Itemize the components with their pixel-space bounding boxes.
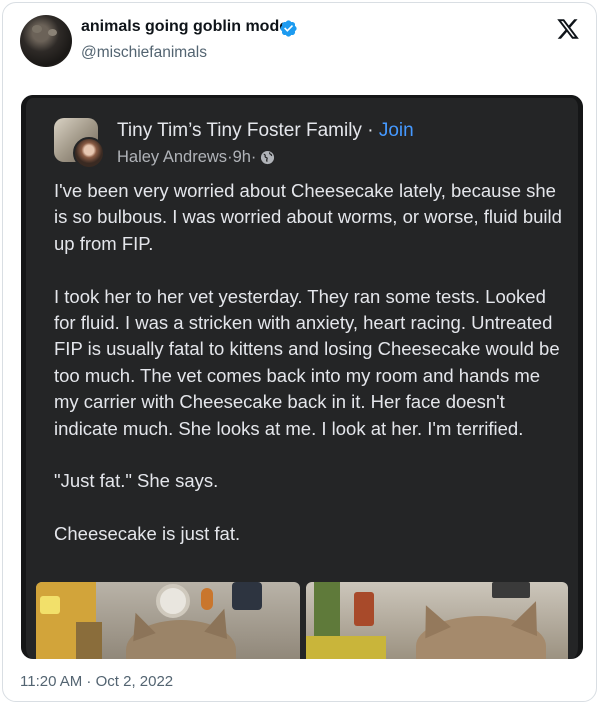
poster-avatar bbox=[73, 137, 105, 169]
photo-detail bbox=[306, 636, 386, 659]
group-name: Tiny Tim’s Tiny Foster Family bbox=[117, 120, 362, 141]
post-age: 9h bbox=[232, 148, 251, 166]
photo-detail bbox=[232, 582, 262, 610]
photo-detail bbox=[76, 622, 102, 659]
post-body: I've been very worried about Cheesecake … bbox=[54, 178, 564, 574]
separator: · bbox=[250, 148, 257, 166]
photo-detail bbox=[40, 596, 60, 614]
post-meta: Haley Andrews · 9h · bbox=[117, 148, 275, 167]
author-handle[interactable]: @mischiefanimals bbox=[81, 44, 207, 62]
post-paragraph: Cheesecake is just fat. bbox=[54, 523, 241, 545]
join-link: Join bbox=[378, 120, 414, 141]
post-paragraph: I've been very worried about Cheesecake … bbox=[54, 180, 562, 254]
group-header: Tiny Tim’s Tiny Foster Family · Join bbox=[117, 120, 414, 142]
post-author: Haley Andrews bbox=[117, 148, 228, 166]
separator: · bbox=[361, 120, 379, 141]
post-paragraph: I took her to her vet yesterday. They ra… bbox=[54, 285, 560, 439]
kitten-photo-1 bbox=[36, 582, 300, 659]
photo-detail bbox=[354, 592, 374, 626]
tweet-timestamp[interactable]: 11:20 AM · Oct 2, 2022 bbox=[20, 673, 173, 690]
globe-icon bbox=[261, 150, 275, 165]
tweet-card[interactable]: animals going goblin mode @mischiefanima… bbox=[2, 2, 597, 702]
kitten-photo-2 bbox=[306, 582, 568, 659]
verified-badge-icon bbox=[280, 20, 297, 37]
post-paragraph: "Just fat." She says. bbox=[54, 470, 219, 492]
author-display-name[interactable]: animals going goblin mode bbox=[81, 18, 288, 36]
photo-detail bbox=[156, 584, 190, 618]
embedded-facebook-post-image: Tiny Tim’s Tiny Foster Family · Join Hal… bbox=[21, 95, 583, 659]
author-avatar[interactable] bbox=[20, 15, 72, 67]
x-logo-icon[interactable] bbox=[556, 17, 580, 41]
